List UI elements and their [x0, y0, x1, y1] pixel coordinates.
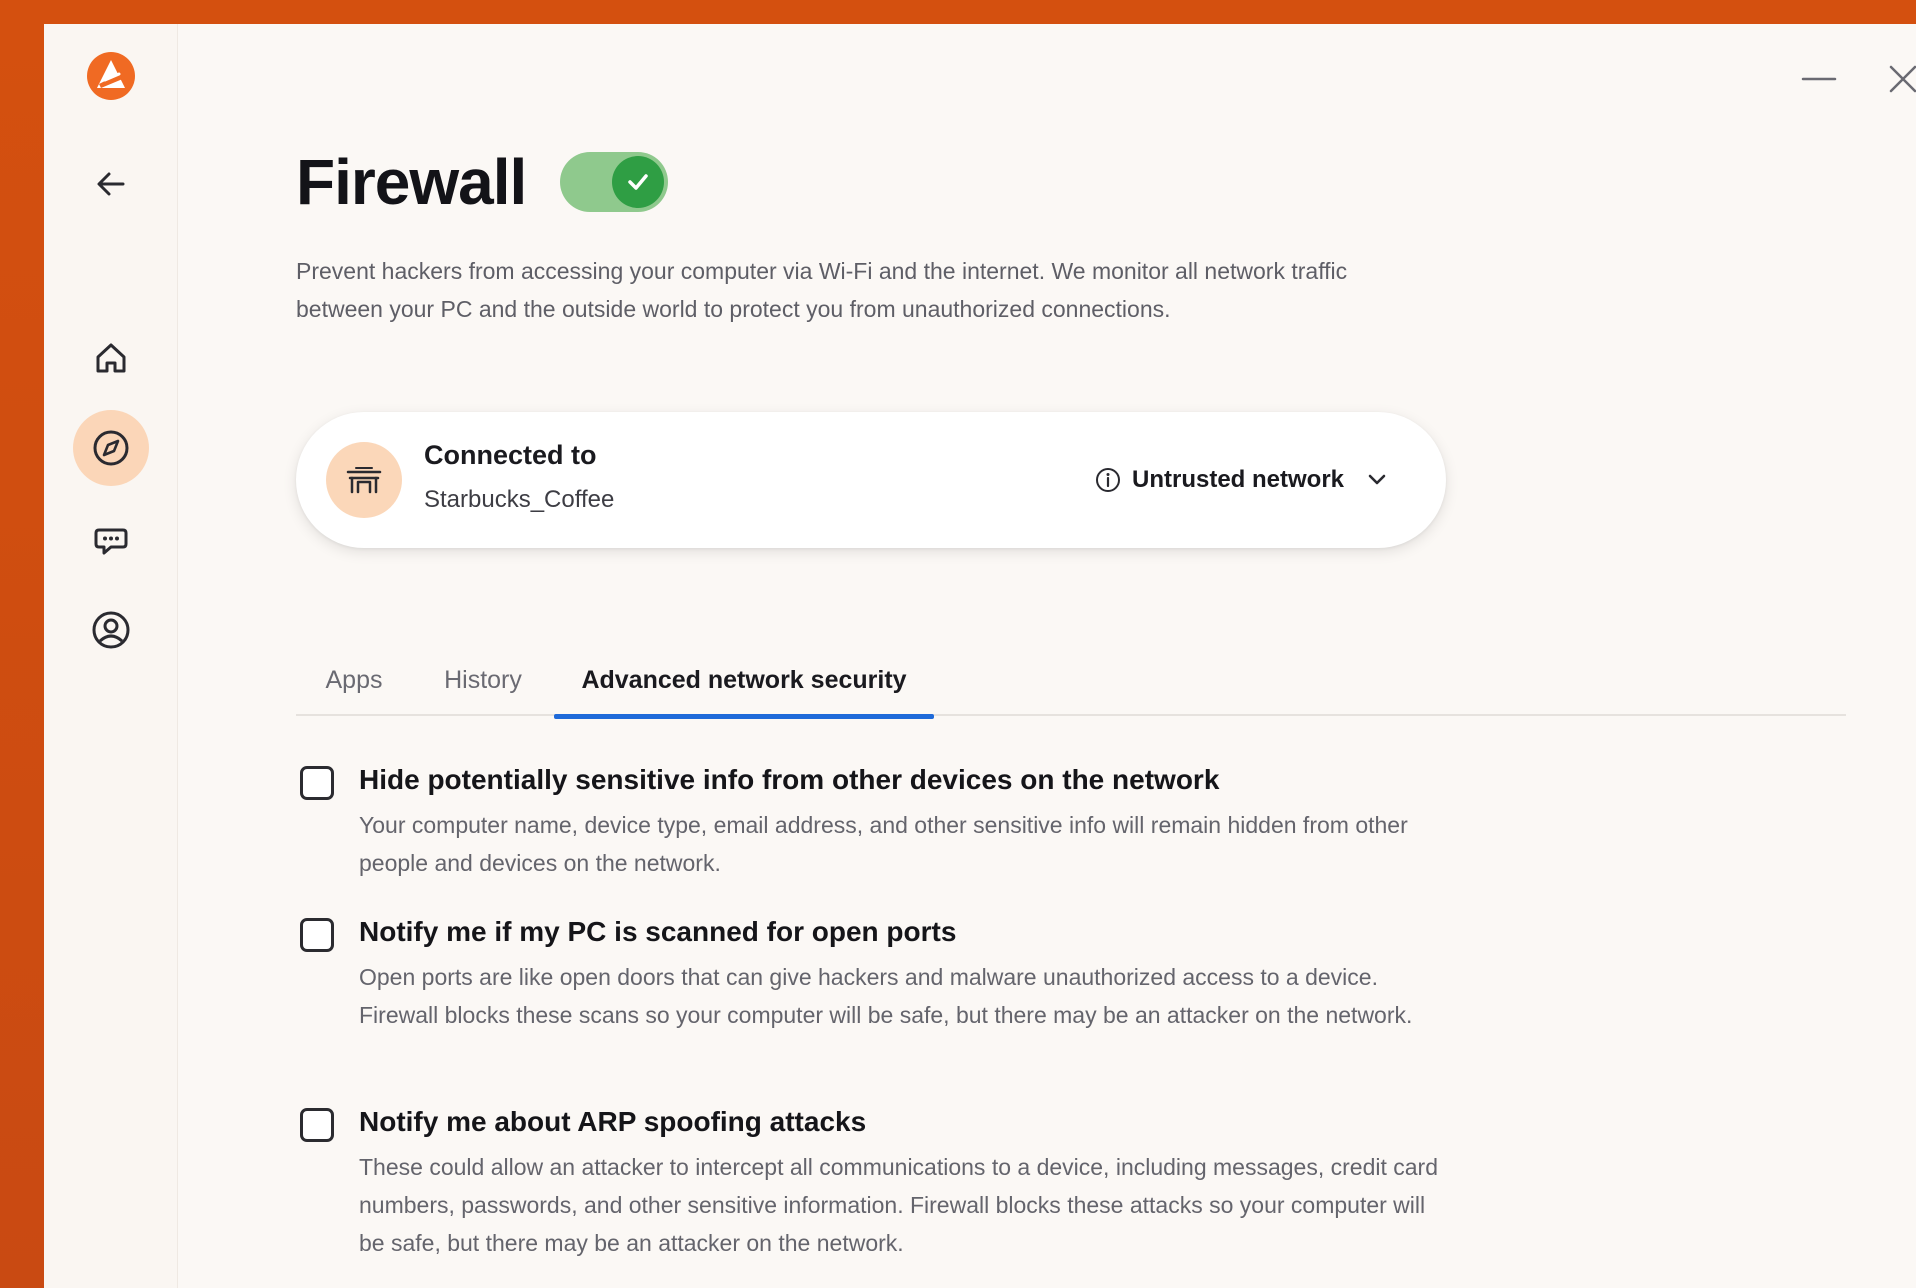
chat-icon	[94, 528, 128, 555]
minimize-button[interactable]	[1794, 54, 1844, 104]
tab-bar: Apps History Advanced network security	[296, 660, 1846, 719]
info-icon	[1096, 468, 1120, 492]
sidebar-item-home[interactable]	[73, 320, 149, 396]
sidebar	[44, 24, 178, 1288]
arp-spoofing-notify-checkbox[interactable]	[300, 1108, 334, 1142]
option-title: Notify me about ARP spoofing attacks	[359, 1106, 867, 1137]
chevron-down-icon	[1368, 474, 1386, 485]
app-window: Firewall Prevent hackers from accessing …	[44, 24, 1916, 1288]
network-name: Starbucks_Coffee	[424, 486, 615, 513]
tab-history[interactable]: History	[412, 660, 554, 716]
hide-sensitive-info-checkbox[interactable]	[300, 766, 334, 800]
close-icon	[1889, 65, 1916, 93]
network-type-badge	[326, 442, 402, 518]
sidebar-item-messages[interactable]	[73, 502, 149, 578]
tab-apps[interactable]: Apps	[296, 660, 412, 716]
network-trust-label: Untrusted network	[1132, 466, 1345, 493]
active-tab-indicator	[554, 714, 934, 719]
port-scan-notify-checkbox[interactable]	[300, 918, 334, 952]
tab-advanced-network-security[interactable]: Advanced network security	[554, 660, 934, 719]
tab-label: Advanced network security	[581, 666, 907, 694]
network-trust-dropdown[interactable]: Untrusted network	[1094, 460, 1392, 500]
compass-icon	[93, 430, 129, 466]
minimize-icon	[1801, 77, 1837, 81]
sidebar-item-account[interactable]	[73, 592, 149, 668]
firewall-toggle[interactable]	[560, 152, 669, 212]
option-title: Notify me if my PC is scanned for open p…	[359, 916, 957, 947]
connection-label: Connected to	[424, 440, 597, 470]
sidebar-item-protection[interactable]	[73, 410, 149, 486]
connection-card: Connected to Starbucks_Coffee Untrusted …	[296, 412, 1446, 548]
option-title: Hide potentially sensitive info from oth…	[359, 764, 1220, 795]
close-button[interactable]	[1878, 54, 1916, 104]
page-description: Prevent hackers from accessing your comp…	[296, 258, 1348, 322]
option-description: Open ports are like open doors that can …	[359, 964, 1413, 1028]
toggle-knob	[612, 156, 665, 208]
option-description: Your computer name, device type, email a…	[359, 812, 1408, 876]
logo-icon	[87, 52, 135, 100]
cafe-icon	[346, 467, 382, 494]
account-icon	[92, 611, 130, 649]
page-title: Firewall	[296, 146, 527, 218]
back-arrow-icon	[97, 172, 125, 196]
checkmark-icon	[628, 174, 649, 190]
home-icon	[96, 343, 126, 373]
back-button[interactable]	[73, 146, 149, 222]
app-logo	[73, 38, 149, 114]
option-description: These could allow an attacker to interce…	[359, 1154, 1438, 1256]
header: Firewall	[296, 142, 669, 222]
